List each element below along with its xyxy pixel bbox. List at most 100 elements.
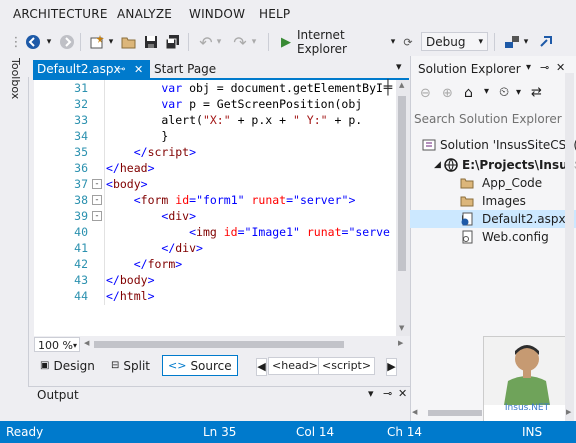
back-dropdown-icon[interactable]: ▾ (44, 33, 54, 51)
collapse-arrow-icon[interactable]: ◢ (434, 156, 441, 174)
code-line[interactable]: 39- <div> (34, 208, 396, 224)
toolbar-separator (188, 33, 189, 51)
menu-architecture[interactable]: ARCHITECTURE (13, 7, 108, 21)
redo-icon[interactable]: ↷ (232, 33, 248, 52)
code-text: </form> (133, 257, 183, 271)
tab-dropdown-icon[interactable]: ▾ (396, 60, 402, 73)
dropdown-icon[interactable]: ▾ (516, 87, 521, 98)
home-icon[interactable]: ⌂ (464, 85, 473, 101)
explorer-hscroll-thumb[interactable] (428, 410, 482, 416)
scroll-left-icon[interactable]: ◀ (84, 339, 89, 347)
code-line[interactable]: 31 var obj = document.getElementByI (34, 80, 396, 96)
pin-icon[interactable]: ⊸ (383, 387, 392, 400)
browser-link-icon[interactable] (537, 33, 555, 51)
source-view-button[interactable]: <> Source (162, 355, 238, 376)
dropdown-icon[interactable]: ▾ (484, 86, 489, 97)
zoom-select[interactable]: 100 % ▾ (34, 337, 80, 352)
scroll-right-icon[interactable]: ▶ (398, 339, 403, 347)
tree-item[interactable]: ▷Default2.aspx (410, 210, 576, 228)
sync-icon[interactable]: ⇄ (531, 85, 542, 100)
watermark-avatar: Insus.NET (483, 336, 573, 423)
open-file-icon[interactable] (120, 33, 138, 51)
code-line[interactable]: 33 alert("X:" + p.x + " Y:" + p. (34, 112, 396, 128)
watermark-text: Insus.NET (504, 403, 550, 413)
panel-dropdown-icon[interactable]: ▾ (368, 387, 374, 400)
forward-icon[interactable] (58, 33, 76, 51)
solution-explorer-title: Solution Explorer (418, 62, 521, 76)
design-view-button[interactable]: ▣ Design (40, 357, 95, 375)
undo-dropdown-icon[interactable]: ▾ (215, 33, 223, 51)
code-line[interactable]: 32 var p = GetScreenPosition(obj (34, 96, 396, 112)
attach-debugger-icon[interactable] (503, 33, 521, 51)
vertical-scroll-thumb[interactable] (398, 96, 406, 271)
close-icon[interactable]: ✕ (556, 61, 565, 74)
start-debugging-icon[interactable]: ▶ (279, 33, 293, 51)
scroll-up-icon[interactable]: ▲ (399, 81, 404, 89)
line-number: 33 (74, 113, 88, 127)
redo-dropdown-icon[interactable]: ▾ (250, 33, 258, 51)
tree-item[interactable]: ◢ E:\Projects\InsusSite (410, 156, 576, 174)
code-line[interactable]: 44 </html> (34, 288, 396, 304)
menu-window[interactable]: WINDOW (189, 7, 245, 21)
save-all-icon[interactable] (164, 33, 182, 51)
zoom-value: 100 % (38, 339, 73, 352)
pin-icon[interactable]: ⊸ (540, 61, 549, 74)
breadcrumb-next-icon[interactable]: ▶ (386, 358, 397, 376)
solution-search-input[interactable]: Search Solution Explorer (414, 109, 574, 129)
close-icon[interactable]: ✕ (398, 387, 407, 400)
new-project-icon[interactable] (88, 33, 106, 51)
code-line[interactable]: 34 } (34, 128, 396, 144)
back-icon[interactable] (24, 33, 42, 51)
breadcrumb-prev-icon[interactable]: ◀ (256, 358, 267, 376)
back-icon[interactable]: ⊖ (420, 86, 431, 101)
code-line[interactable]: 40 <img id="Image1" runat="serve (34, 224, 396, 240)
panel-dropdown-icon[interactable]: ▾ (526, 62, 531, 73)
attach-dropdown-icon[interactable]: ▾ (522, 33, 530, 51)
split-view-button[interactable]: ⊟ Split (111, 357, 150, 375)
breadcrumb-head[interactable]: <head> (268, 357, 322, 375)
refresh-browser-icon[interactable]: ⟳ (401, 33, 415, 51)
browser-dropdown-icon[interactable]: ▾ (388, 33, 398, 51)
explorer-scrollbar[interactable] (565, 73, 574, 421)
pin-icon[interactable]: ⊸ (117, 60, 125, 79)
scroll-right-icon[interactable]: ▶ (566, 408, 571, 416)
status-column: Col 14 (296, 425, 335, 439)
tree-item[interactable]: ▷Images (410, 192, 576, 210)
undo-icon[interactable]: ↶ (198, 33, 214, 52)
split-editor-icon[interactable]: ╪ (380, 80, 396, 96)
collapse-icon[interactable]: - (92, 195, 102, 205)
code-line[interactable]: 42 </form> (34, 256, 396, 272)
code-text: var p = GetScreenPosition(obj (106, 97, 363, 111)
close-icon[interactable]: ✕ (134, 60, 143, 79)
browser-select[interactable]: Internet Explorer (297, 28, 387, 56)
code-line[interactable]: 43 </body> (34, 272, 396, 288)
collapse-icon[interactable]: - (92, 179, 102, 189)
tree-item-label: Images (482, 194, 526, 208)
breadcrumb-script[interactable]: <script> (318, 357, 376, 375)
menu-analyze[interactable]: ANALYZE (117, 7, 172, 21)
output-title[interactable]: Output (37, 388, 79, 402)
code-text: <img id="Image1" runat="serve (189, 225, 390, 239)
code-line[interactable]: 37- <body> (34, 176, 396, 192)
code-line[interactable]: 35 </script> (34, 144, 396, 160)
horizontal-scroll-thumb[interactable] (94, 341, 344, 348)
collapse-icon[interactable]: - (92, 211, 102, 221)
tree-item[interactable]: ▷App_Code (410, 174, 576, 192)
scroll-left-icon[interactable]: ◀ (412, 408, 417, 416)
scroll-down-icon[interactable]: ▼ (399, 324, 404, 332)
save-icon[interactable] (142, 33, 160, 51)
tab-default2-aspx[interactable]: Default2.aspx ⊸ ✕ (33, 60, 150, 79)
tree-item[interactable]: Web.config (410, 228, 576, 246)
code-text: </head> (106, 161, 155, 175)
code-line[interactable]: 41 </div> (34, 240, 396, 256)
forward-icon[interactable]: ⊕ (442, 86, 453, 101)
code-line[interactable]: 38- <form id="form1" runat="server"> (34, 192, 396, 208)
code-line[interactable]: 36 </head> (34, 160, 396, 176)
history-icon[interactable]: ⏲ (499, 85, 509, 100)
menu-help[interactable]: HELP (259, 7, 290, 21)
toolbox-tab[interactable]: Toolbox (6, 58, 22, 99)
new-dropdown-icon[interactable]: ▾ (107, 33, 115, 51)
tab-start-page[interactable]: Start Page (154, 60, 216, 79)
solution-configuration-select[interactable]: Debug ▾ (421, 32, 488, 51)
tree-item[interactable]: Solution 'InsusSiteCS' (1 (410, 136, 576, 154)
